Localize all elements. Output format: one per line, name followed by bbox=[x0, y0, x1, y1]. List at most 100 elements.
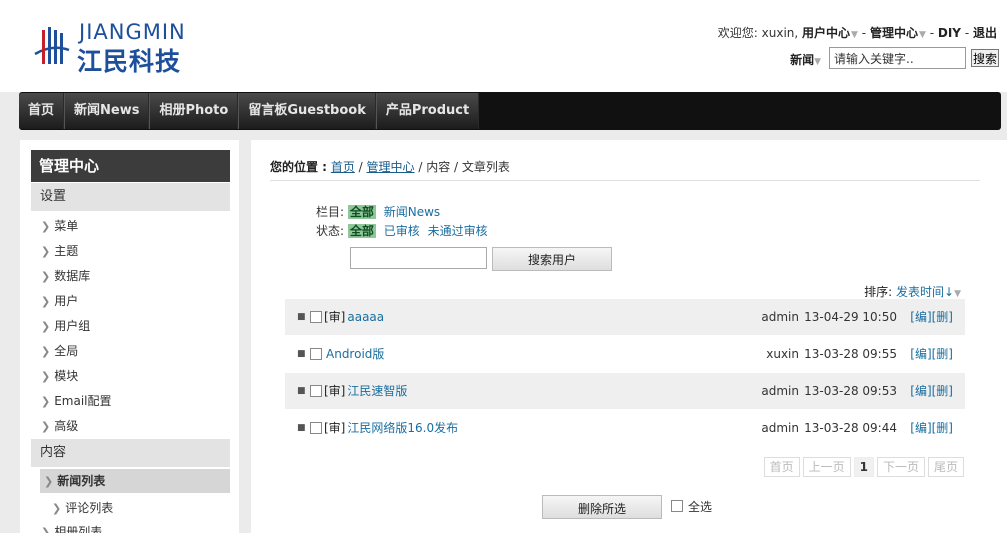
chevron-down-icon[interactable]: ▼ bbox=[919, 30, 926, 40]
row-title-cell: [审] 江民速智版 bbox=[324, 373, 407, 409]
sidebar-item-label: 模块 bbox=[54, 369, 79, 383]
status-filter-approved[interactable]: 已审核 bbox=[384, 224, 420, 238]
edit-delete-links[interactable]: [编][删] bbox=[910, 310, 953, 324]
row-actions[interactable]: [编][删] bbox=[910, 410, 953, 446]
separator: - bbox=[861, 26, 870, 40]
edit-delete-links[interactable]: [编][删] bbox=[910, 421, 953, 435]
row-checkbox[interactable] bbox=[310, 348, 322, 360]
nav-item-news[interactable]: 新闻News bbox=[64, 93, 150, 129]
search-input[interactable] bbox=[829, 47, 966, 69]
sidebar-item-news-list[interactable]: ❯ 新闻列表 bbox=[40, 469, 230, 493]
search-category-label: 新闻 bbox=[790, 53, 815, 67]
search-category-select[interactable]: 新闻▼ bbox=[790, 51, 821, 68]
nav-item-home[interactable]: 首页 bbox=[19, 93, 65, 129]
row-actions[interactable]: [编][删] bbox=[910, 373, 953, 409]
chevron-down-icon[interactable]: ▼ bbox=[851, 30, 858, 40]
sidebar-item-user-groups[interactable]: ❯ 用户组 bbox=[41, 316, 90, 336]
pager-first[interactable]: 首页 bbox=[763, 457, 800, 477]
sidebar-item-email[interactable]: ❯ Email配置 bbox=[41, 391, 112, 411]
nav-item-photo[interactable]: 相册Photo bbox=[149, 93, 239, 129]
diy-link[interactable]: DIY bbox=[938, 26, 961, 40]
pager-next[interactable]: 下一页 bbox=[876, 457, 925, 477]
user-center-link[interactable]: 用户中心 bbox=[802, 26, 850, 40]
status-filter-rejected[interactable]: 未通过审核 bbox=[428, 224, 488, 238]
site-logo[interactable]: JIANGMIN 江民科技 bbox=[33, 20, 213, 76]
article-title-link[interactable]: Android版 bbox=[326, 347, 384, 361]
status-filter-label: 状态: bbox=[316, 224, 345, 238]
pager-last[interactable]: 尾页 bbox=[927, 457, 964, 477]
row-checkbox[interactable] bbox=[310, 422, 322, 434]
sidebar-group-content[interactable]: 内容 bbox=[31, 439, 230, 467]
sidebar-item-label: Email配置 bbox=[54, 394, 112, 408]
row-author: admin bbox=[761, 384, 799, 398]
edit-delete-links[interactable]: [编][删] bbox=[910, 384, 953, 398]
status-tag: [审] bbox=[324, 310, 346, 324]
sidebar-item-theme[interactable]: ❯ 主题 bbox=[41, 241, 78, 261]
breadcrumb-home-link[interactable]: 首页 bbox=[331, 160, 355, 174]
sort-select[interactable]: 发表时间↓ bbox=[896, 285, 954, 299]
sidebar-item-label: 高级 bbox=[54, 419, 79, 433]
main-content: 您的位置 : 首页 / 管理中心 / 内容 / 文章列表 栏目: 全部 新闻Ne… bbox=[251, 140, 1007, 533]
separator: - bbox=[964, 26, 973, 40]
bullet-icon: ■ bbox=[297, 423, 306, 433]
breadcrumb: 您的位置 : 首页 / 管理中心 / 内容 / 文章列表 bbox=[270, 158, 510, 175]
column-filter-label: 栏目: bbox=[316, 205, 345, 219]
row-author: admin bbox=[761, 310, 799, 324]
nav-item-product[interactable]: 产品Product bbox=[375, 93, 480, 129]
delete-selected-button[interactable]: 删除所选 bbox=[542, 495, 662, 519]
table-row: ■ [审] aaaaa admin 13-04-29 10:50 [编][删] bbox=[285, 299, 965, 335]
sidebar-item-label: 相册列表 bbox=[54, 525, 103, 533]
admin-center-link[interactable]: 管理中心 bbox=[870, 26, 918, 40]
article-title-link[interactable]: 江民网络版16.0发布 bbox=[347, 421, 458, 435]
nav-item-guestbook[interactable]: 留言板Guestbook bbox=[238, 93, 376, 129]
chevron-right-icon: ❯ bbox=[41, 526, 51, 533]
chevron-right-icon: ❯ bbox=[41, 395, 51, 408]
chevron-right-icon: ❯ bbox=[52, 502, 62, 515]
sidebar-item-menu[interactable]: ❯ 菜单 bbox=[41, 216, 78, 236]
sidebar-item-label: 新闻列表 bbox=[57, 474, 106, 488]
sidebar-item-advanced[interactable]: ❯ 高级 bbox=[41, 416, 78, 436]
sidebar-item-albums[interactable]: ❯ 相册列表 bbox=[41, 522, 102, 533]
sidebar-item-users[interactable]: ❯ 用户 bbox=[41, 291, 78, 311]
search-button[interactable]: 搜索 bbox=[971, 49, 999, 67]
row-date: 13-03-28 09:55 bbox=[804, 347, 897, 361]
chevron-right-icon: ❯ bbox=[41, 270, 51, 283]
row-actions[interactable]: [编][删] bbox=[910, 336, 953, 372]
row-date: 13-04-29 10:50 bbox=[804, 310, 897, 324]
article-title-link[interactable]: 江民速智版 bbox=[347, 384, 407, 398]
logo-mark-icon bbox=[34, 27, 70, 64]
status-filter-all[interactable]: 全部 bbox=[347, 224, 376, 238]
breadcrumb-admin-link[interactable]: 管理中心 bbox=[367, 160, 415, 174]
table-row: ■ [审] 江民网络版16.0发布 admin 13-03-28 09:44 [编… bbox=[285, 410, 965, 446]
logo-text-en: JIANGMIN bbox=[79, 20, 186, 44]
column-filter-all[interactable]: 全部 bbox=[347, 205, 376, 219]
bullet-icon: ■ bbox=[297, 312, 306, 322]
sidebar-item-database[interactable]: ❯ 数据库 bbox=[41, 266, 90, 286]
chevron-right-icon: ❯ bbox=[41, 345, 51, 358]
chevron-right-icon: ❯ bbox=[41, 320, 51, 333]
select-all-checkbox[interactable] bbox=[671, 500, 683, 512]
sidebar-item-label: 评论列表 bbox=[65, 501, 114, 515]
row-date: 13-03-28 09:53 bbox=[804, 384, 897, 398]
row-checkbox[interactable] bbox=[310, 311, 322, 323]
article-title-link[interactable]: aaaaa bbox=[347, 310, 384, 324]
sidebar-group-settings[interactable]: 设置 bbox=[31, 183, 230, 211]
breadcrumb-separator: / bbox=[354, 160, 367, 174]
sidebar-item-global[interactable]: ❯ 全局 bbox=[41, 341, 78, 361]
search-user-button[interactable]: 搜索用户 bbox=[492, 247, 612, 271]
row-checkbox[interactable] bbox=[310, 385, 322, 397]
logout-link[interactable]: 退出 bbox=[973, 26, 997, 40]
sidebar-item-modules[interactable]: ❯ 模块 bbox=[41, 366, 78, 386]
breadcrumb-label: 您的位置 : bbox=[270, 160, 327, 174]
sidebar-item-comments[interactable]: ❯ 评论列表 bbox=[52, 498, 113, 518]
pager-prev[interactable]: 上一页 bbox=[802, 457, 851, 477]
header: JIANGMIN 江民科技 欢迎您: xuxin, 用户中心▼ - 管理中心▼ … bbox=[0, 0, 1007, 92]
sidebar-item-label: 数据库 bbox=[54, 269, 91, 283]
edit-delete-links[interactable]: [编][删] bbox=[910, 347, 953, 361]
column-filter-news[interactable]: 新闻News bbox=[384, 205, 440, 219]
sidebar-title: 管理中心 bbox=[31, 150, 230, 182]
row-actions[interactable]: [编][删] bbox=[910, 299, 953, 335]
chevron-down-icon[interactable]: ▼ bbox=[954, 289, 961, 299]
user-search-input[interactable] bbox=[350, 247, 487, 269]
bullet-icon: ■ bbox=[297, 349, 306, 359]
